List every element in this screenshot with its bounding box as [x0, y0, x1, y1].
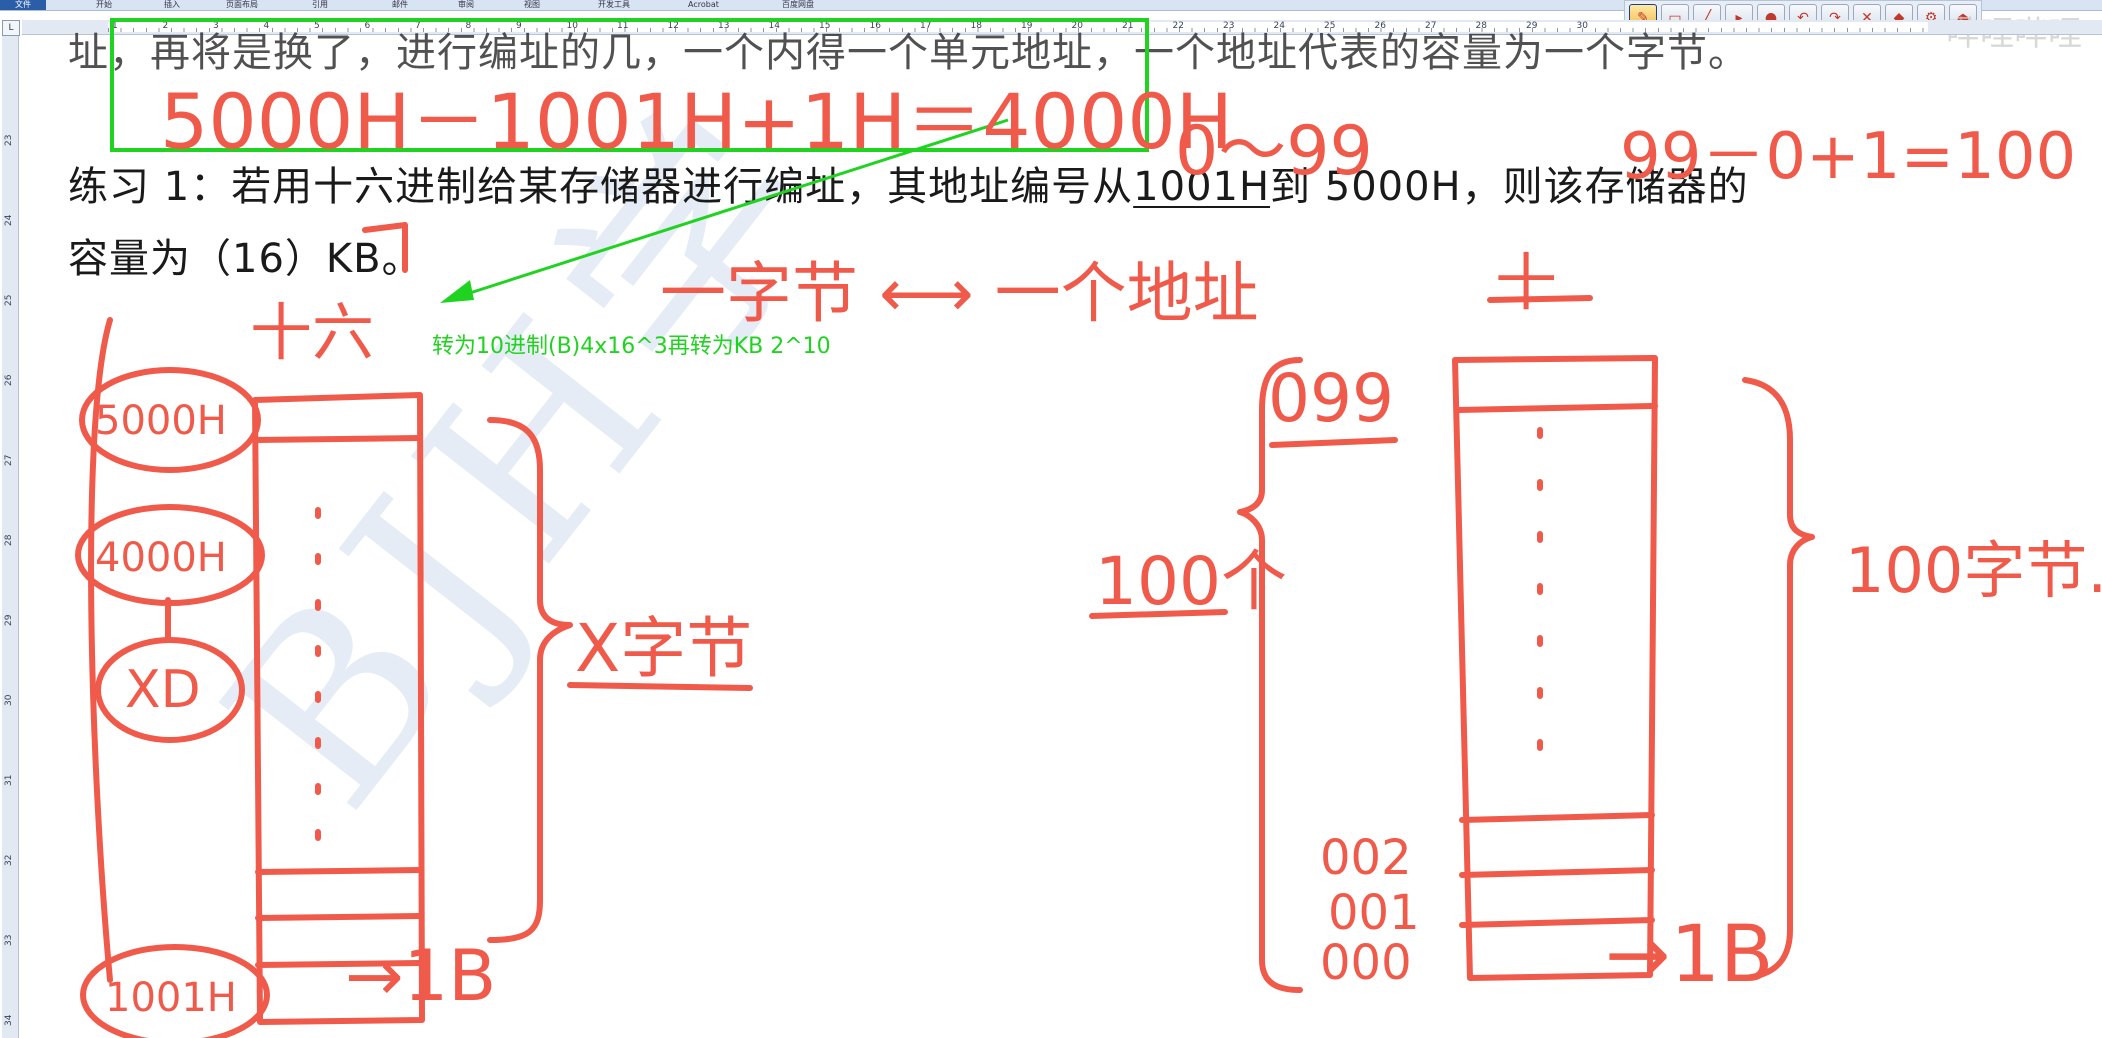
formula-handwritten: 5000H－1001H+1H＝4000H: [160, 77, 1233, 166]
label-5000h: 5000H: [95, 398, 227, 444]
left-cell-line-2: [255, 913, 423, 921]
left-memory-column: [252, 392, 425, 1025]
decimal-label: 十: [1495, 246, 1558, 319]
green-arrowhead: [440, 280, 474, 303]
right-memory-column: [1452, 355, 1658, 981]
count-formula: 99－0+1=100: [1620, 120, 2077, 194]
range-label: 0～99: [1175, 112, 1373, 191]
label-left-1b: →1B: [345, 935, 497, 1017]
hex-marker: [362, 222, 408, 273]
left-curly-brace: [487, 417, 573, 943]
underline-099: [1269, 437, 1398, 448]
label-099: 099: [1268, 360, 1394, 437]
left-cell-line-top: [252, 435, 423, 443]
byte-address-label: 一字节 ⟷ 一个地址: [660, 255, 1259, 332]
right-curly-brace: [1742, 377, 1815, 981]
left-cell-line-1: [255, 867, 423, 875]
green-note: 转为10进制(B)4x16^3再转为KB 2^10: [432, 334, 831, 359]
label-x-bytes: X字节: [575, 610, 753, 687]
label-xd: XD: [125, 660, 201, 720]
label-100-bytes: 100字节.: [1845, 534, 2102, 607]
label-100-ge: 100个: [1095, 543, 1287, 620]
label-right-1b: →1B: [1605, 910, 1774, 1000]
hex-label: 十六: [250, 296, 375, 369]
right-cell-line-2: [1459, 867, 1655, 878]
label-001: 001: [1328, 885, 1420, 941]
label-1001h: 1001H: [105, 975, 237, 1021]
right-cell-line-top: [1455, 403, 1658, 413]
right-left-brace: [1237, 357, 1303, 993]
label-4000h: 4000H: [95, 535, 227, 581]
right-cell-line-1: [1459, 812, 1655, 823]
label-000: 000: [1320, 935, 1412, 991]
label-002: 002: [1320, 830, 1412, 886]
